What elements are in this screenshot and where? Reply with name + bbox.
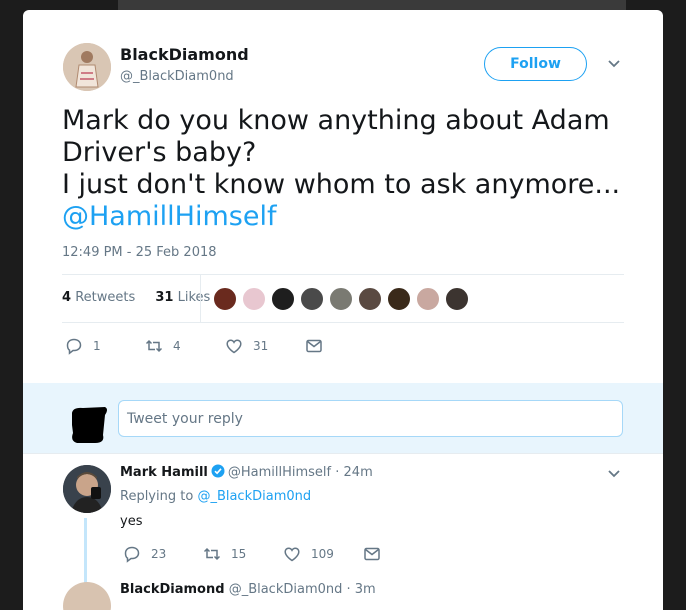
- liker-avatar[interactable]: [445, 287, 469, 311]
- retweet-button[interactable]: 4: [145, 337, 181, 355]
- tweet-actions: 1 4 31: [65, 337, 365, 357]
- author-name[interactable]: BlackDiamond: [120, 45, 249, 64]
- divider: [23, 453, 663, 454]
- reply-icon: [66, 338, 82, 355]
- divider: [62, 274, 624, 275]
- retweet-count: 15: [231, 547, 247, 561]
- reply-button[interactable]: 23: [123, 545, 166, 563]
- tweet-text-line: Mark do you know anything about Adam: [62, 105, 610, 136]
- liker-avatar[interactable]: [271, 287, 295, 311]
- reply-text: yes: [120, 514, 143, 529]
- liker-avatar[interactable]: [300, 287, 324, 311]
- retweet-button[interactable]: 15: [203, 545, 246, 563]
- liker-avatar[interactable]: [329, 287, 353, 311]
- like-button[interactable]: 109: [283, 545, 334, 563]
- reply-button[interactable]: 1: [65, 337, 101, 355]
- retweets-stat[interactable]: 4 Retweets: [62, 290, 135, 305]
- likes-label: Likes: [177, 290, 211, 305]
- dm-icon: [306, 339, 322, 353]
- dm-icon: [364, 547, 380, 561]
- like-count: 109: [311, 547, 334, 561]
- my-avatar: [69, 405, 111, 445]
- author-avatar[interactable]: [63, 43, 111, 91]
- retweets-label: Retweets: [75, 290, 136, 305]
- retweets-count: 4: [62, 290, 72, 305]
- reply-icon: [124, 546, 140, 563]
- caret-down-icon[interactable]: [606, 56, 622, 72]
- caret-down-icon[interactable]: [606, 466, 622, 482]
- next-author-handle[interactable]: @_BlackDiam0nd · 3m: [229, 582, 376, 597]
- divider: [62, 322, 624, 323]
- stats-separator: [200, 275, 201, 322]
- replying-to-prefix: Replying to: [120, 489, 194, 504]
- like-count: 31: [253, 339, 269, 353]
- retweet-count: 4: [173, 339, 181, 353]
- reply-count: 23: [151, 547, 167, 561]
- heart-icon: [226, 339, 242, 354]
- tweet-timestamp[interactable]: 12:49 PM - 25 Feb 2018: [62, 245, 217, 260]
- likes-stat[interactable]: 31 Likes: [155, 290, 210, 305]
- reply-author-handle[interactable]: @HamillHimself: [228, 465, 331, 480]
- tweet-mention-link[interactable]: @HamillHimself: [62, 201, 622, 233]
- likes-count: 31: [155, 290, 174, 305]
- like-button[interactable]: 31: [225, 337, 268, 355]
- liker-avatar[interactable]: [416, 287, 440, 311]
- replying-to: Replying to @_BlackDiam0nd: [120, 489, 311, 504]
- replying-to-mention[interactable]: @_BlackDiam0nd: [197, 489, 311, 504]
- author-handle[interactable]: @_BlackDiam0nd: [120, 69, 234, 84]
- next-author-name[interactable]: BlackDiamond: [120, 582, 225, 597]
- liker-avatar[interactable]: [242, 287, 266, 311]
- retweet-icon: [145, 339, 163, 353]
- background-media-strip: [118, 0, 626, 10]
- follow-button[interactable]: Follow: [484, 47, 587, 81]
- direct-message-button[interactable]: [363, 545, 391, 563]
- tweet-text-line: I just don't know whom to ask anymore...: [62, 169, 621, 200]
- liker-avatar[interactable]: [358, 287, 382, 311]
- retweet-icon: [203, 547, 221, 561]
- direct-message-button[interactable]: [305, 337, 333, 355]
- reply-time[interactable]: · 24m: [335, 465, 372, 480]
- tweet-text-line: Driver's baby?: [62, 137, 257, 168]
- heart-icon: [284, 547, 300, 562]
- reply-input[interactable]: Tweet your reply: [118, 400, 623, 437]
- reply-actions: 23 15 109: [123, 545, 423, 565]
- tweet-modal: BlackDiamond @_BlackDiam0nd Follow Mark …: [23, 10, 663, 610]
- next-tweet-header: BlackDiamond @_BlackDiam0nd · 3m: [120, 582, 376, 597]
- reply-author-name[interactable]: Mark Hamill: [120, 465, 208, 480]
- reply-count: 1: [93, 339, 101, 353]
- reply-author-avatar[interactable]: [63, 465, 111, 513]
- main-tweet: BlackDiamond @_BlackDiam0nd Follow Mark …: [23, 10, 663, 383]
- liker-avatar[interactable]: [387, 287, 411, 311]
- tweet-stats: 4 Retweets 31 Likes: [62, 290, 210, 305]
- tweet-text: Mark do you know anything about Adam Dri…: [62, 105, 622, 233]
- next-author-avatar[interactable]: [63, 582, 111, 610]
- verified-icon: [211, 464, 225, 478]
- liker-avatar[interactable]: [213, 287, 237, 311]
- reply-header: Mark Hamill @HamillHimself · 24m: [120, 464, 373, 480]
